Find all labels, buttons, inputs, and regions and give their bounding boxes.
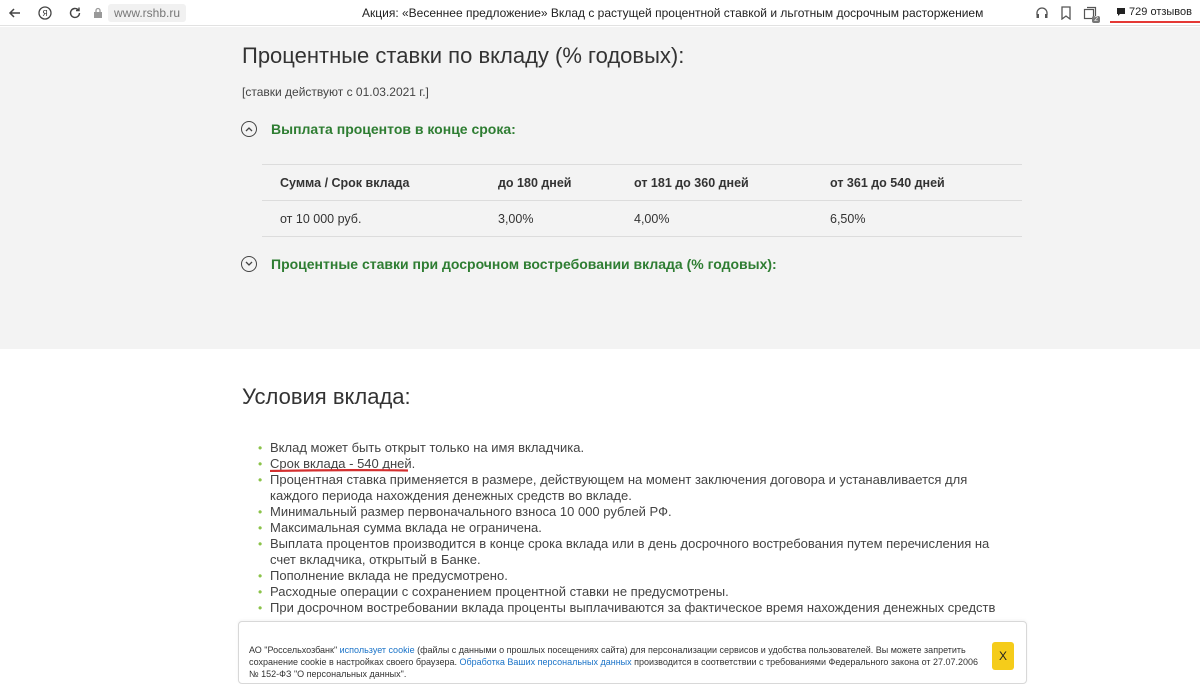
lock-icon <box>90 0 106 26</box>
rates-section: Процентные ставки по вкладу (% годовых):… <box>0 27 1200 349</box>
rates-effective-note: [ставки действуют с 01.03.2021 г.] <box>242 85 429 99</box>
accordion-payment-end-of-term[interactable]: Выплата процентов в конце срока: <box>241 121 516 137</box>
address-bar[interactable]: www.rshb.ru <box>108 3 187 22</box>
accordion-label: Процентные ставки при досрочном востребо… <box>271 256 777 272</box>
list-item: Расходные операции с сохранением процент… <box>258 584 998 600</box>
list-item: Минимальный размер первоначального взнос… <box>258 504 998 520</box>
cookie-text: АО "Россельхозбанк" использует cookie (ф… <box>249 644 979 680</box>
table-cell: от 10 000 руб. <box>262 200 480 237</box>
back-icon[interactable] <box>0 0 30 26</box>
svg-text:Я: Я <box>42 9 48 18</box>
list-item: Пополнение вклада не предусмотрено. <box>258 568 998 584</box>
accordion-label: Выплата процентов в конце срока: <box>271 121 516 137</box>
cookie-text-part: АО "Россельхозбанк" <box>249 645 340 655</box>
tabs-icon[interactable]: 2 <box>1078 0 1102 26</box>
tabs-count: 2 <box>1092 16 1101 23</box>
table-cell: 3,00% <box>480 200 616 237</box>
cookie-close-button[interactable]: X <box>992 642 1014 670</box>
list-item: Выплата процентов производится в конце с… <box>258 536 998 568</box>
reload-icon[interactable] <box>60 0 90 26</box>
yandex-icon[interactable]: Я <box>30 0 60 26</box>
table-header-cell: до 180 дней <box>480 164 616 201</box>
table-cell: 4,00% <box>616 200 812 237</box>
red-underline-annotation <box>270 469 408 472</box>
headphones-icon[interactable] <box>1030 0 1054 26</box>
chevron-up-icon <box>241 121 257 137</box>
table-cell: 6,50% <box>812 200 1022 237</box>
table-header-row: Сумма / Срок вклада до 180 дней от 181 д… <box>262 164 1022 201</box>
bookmark-icon[interactable] <box>1054 0 1078 26</box>
browser-toolbar: Я www.rshb.ru Акция: «Весеннее предложен… <box>0 0 1200 26</box>
personal-data-link[interactable]: Обработка Ваших персональных данных <box>459 657 631 667</box>
rates-table: Сумма / Срок вклада до 180 дней от 181 д… <box>262 164 1022 237</box>
table-header-cell: от 361 до 540 дней <box>812 164 1022 201</box>
rates-heading: Процентные ставки по вкладу (% годовых): <box>242 43 685 68</box>
table-row: от 10 000 руб. 3,00% 4,00% 6,50% <box>262 200 1022 237</box>
list-item: Максимальная сумма вклада не ограничена. <box>258 520 998 536</box>
list-item: Вклад может быть открыт только на имя вк… <box>258 440 998 456</box>
browser-page-title: Акция: «Весеннее предложение» Вклад с ра… <box>362 6 984 20</box>
list-item: Процентная ставка применяется в размере,… <box>258 472 998 504</box>
chevron-down-icon <box>241 256 257 272</box>
reviews-widget[interactable]: 729 отзывов <box>1110 3 1200 23</box>
table-header-cell: Сумма / Срок вклада <box>262 164 480 201</box>
table-header-cell: от 181 до 360 дней <box>616 164 812 201</box>
accordion-early-withdrawal[interactable]: Процентные ставки при досрочном востребо… <box>241 256 777 272</box>
conditions-heading: Условия вклада: <box>242 384 411 409</box>
cookie-banner: АО "Россельхозбанк" использует cookie (ф… <box>238 621 1027 684</box>
cookie-policy-link[interactable]: использует cookie <box>340 645 415 655</box>
reviews-count: 729 отзывов <box>1129 6 1192 18</box>
comment-icon <box>1117 8 1126 16</box>
